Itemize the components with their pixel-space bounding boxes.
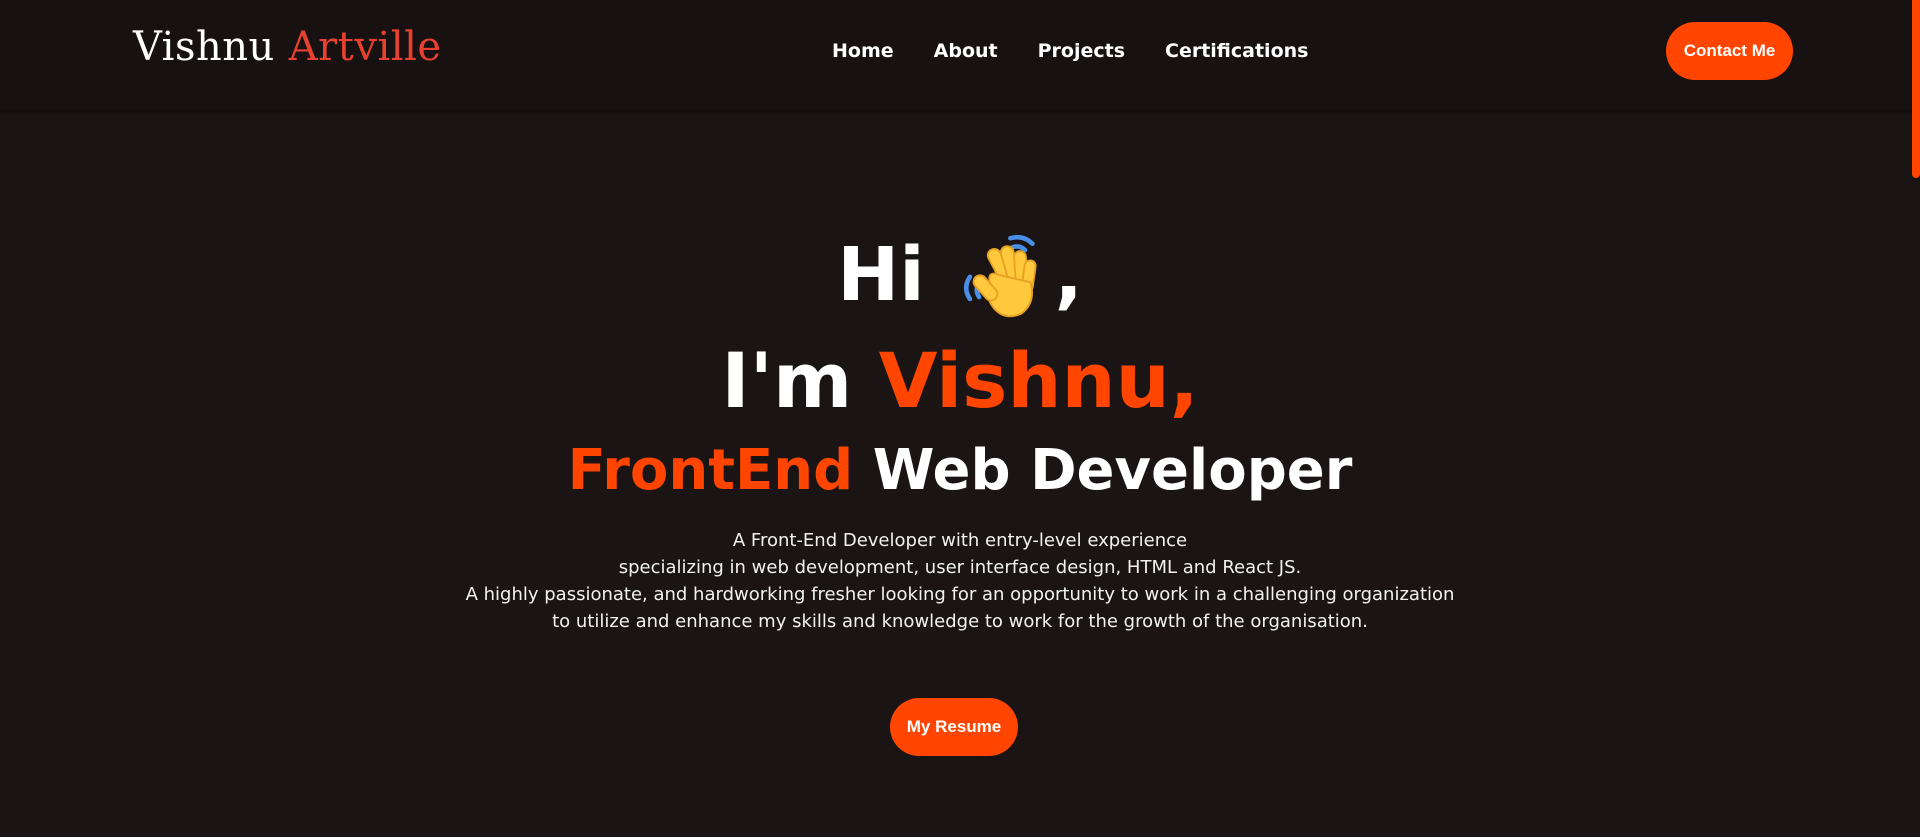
logo-second-word: Artville (288, 24, 442, 70)
role-rest: Web Developer (872, 438, 1353, 503)
nav-projects-link[interactable]: Projects (1038, 40, 1125, 62)
role-accent: FrontEnd (567, 438, 854, 503)
site-logo[interactable]: Vishnu Artville (133, 24, 442, 70)
greeting-heading: Hi , (0, 225, 1920, 325)
page: Vishnu Artville Home About Projects Certi… (0, 0, 1920, 837)
hero-section: Hi , I'm Vishnu, FrontEnd Web Developer … (0, 225, 1920, 635)
description-line: A Front-End Developer with entry-level e… (732, 530, 1188, 551)
hero-description: A Front-End Developer with entry-level e… (0, 527, 1920, 635)
main-nav: Home About Projects Certifications (832, 40, 1308, 62)
role-heading: FrontEnd Web Developer (0, 435, 1920, 507)
my-resume-button[interactable]: My Resume (890, 698, 1018, 756)
intro-prefix: I'm (721, 336, 853, 425)
description-line: specializing in web development, user in… (618, 557, 1302, 578)
nav-certifications-link[interactable]: Certifications (1165, 40, 1308, 62)
site-header: Vishnu Artville Home About Projects Certi… (0, 0, 1920, 110)
waving-hand-icon (963, 234, 1037, 318)
greeting-text: Hi (837, 232, 925, 318)
intro-name: Vishnu, (878, 336, 1199, 425)
nav-home-link[interactable]: Home (832, 40, 894, 62)
scroll-progress-indicator (1912, 0, 1920, 178)
logo-first-word: Vishnu (133, 24, 275, 70)
description-line: A highly passionate, and hardworking fre… (465, 584, 1455, 605)
nav-about-link[interactable]: About (934, 40, 998, 62)
contact-me-button[interactable]: Contact Me (1666, 22, 1793, 80)
greeting-comma: , (1054, 232, 1083, 318)
description-line: to utilize and enhance my skills and kno… (552, 611, 1368, 632)
intro-heading: I'm Vishnu, (0, 331, 1920, 431)
